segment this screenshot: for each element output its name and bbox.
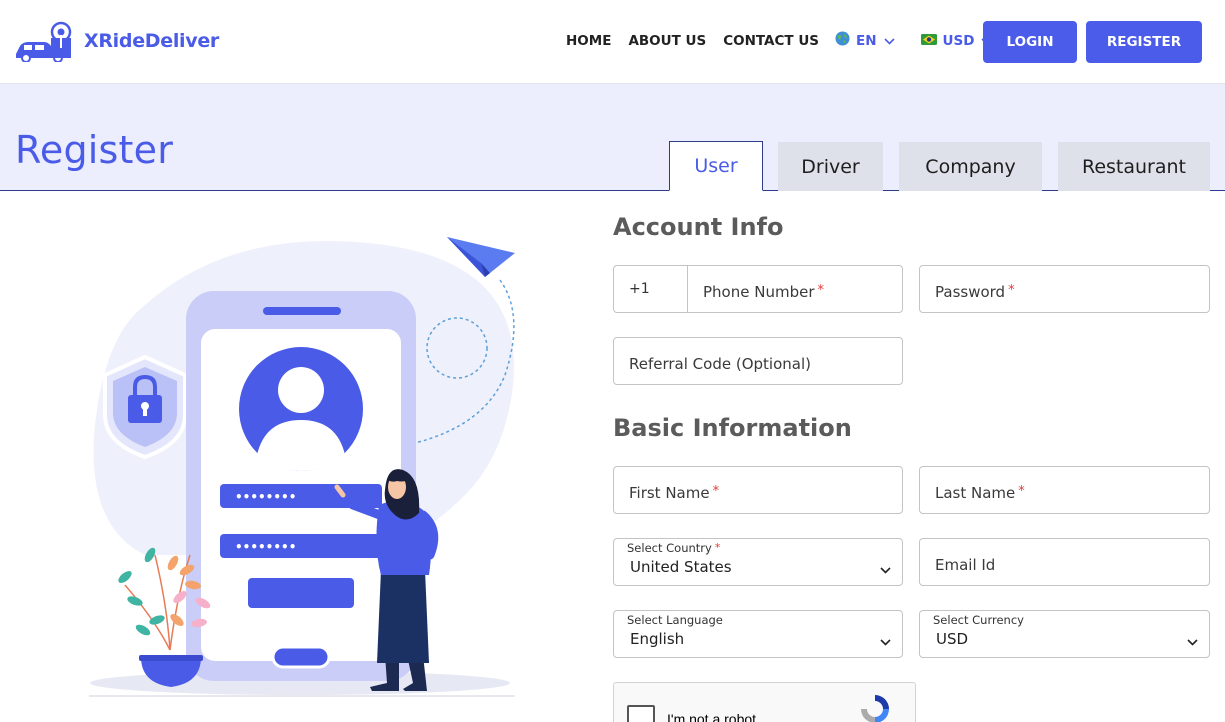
phone-number-field[interactable]: Phone Number * [687,265,903,313]
login-button[interactable]: LOGIN [983,21,1077,63]
site-header: XRideDeliver HOME ABOUT US CONTACT US EN… [0,0,1225,84]
country-select-label-text: Select Country [627,541,712,555]
basic-info-heading: Basic Information [613,414,852,442]
password-mask-2: •••••••• [235,540,296,554]
language-select-value: English [630,630,685,648]
car-pin-logo-icon [16,21,72,62]
last-name-input[interactable] [920,467,1209,513]
brand-name: XRideDeliver [84,30,220,52]
recaptcha-checkbox[interactable] [627,705,655,722]
nav-home-link[interactable]: HOME [566,33,611,49]
referral-code-input[interactable] [614,338,902,384]
language-dropdown[interactable]: EN [835,31,895,50]
nav-contact-link[interactable]: CONTACT US [723,33,819,49]
register-button[interactable]: REGISTER [1086,21,1202,63]
language-select[interactable]: Select Language English [613,610,903,658]
first-name-input[interactable] [614,467,902,513]
currency-select-label: Select Currency [933,613,1024,627]
recaptcha-logo-icon [859,693,891,722]
recaptcha-widget: I'm not a robot [613,682,916,722]
first-name-field[interactable]: First Name * [613,466,903,514]
chevron-down-icon [880,559,891,578]
currency-dropdown[interactable]: USD [920,32,993,49]
email-field[interactable]: Email Id [919,538,1210,586]
page-title: Register [15,128,174,172]
tab-driver[interactable]: Driver [778,142,883,191]
brazil-flag-icon [920,33,937,49]
currency-value: USD [942,32,975,49]
language-value: EN [856,32,877,49]
recaptcha-label: I'm not a robot [667,711,757,722]
tab-restaurant[interactable]: Restaurant [1058,142,1210,191]
chevron-down-icon [883,33,895,49]
currency-select-value: USD [936,630,969,648]
tab-company[interactable]: Company [899,142,1042,191]
phone-country-code[interactable]: +1 [613,265,688,313]
main-nav: HOME ABOUT US CONTACT US EN USD [566,31,993,50]
page-banner: Register User Driver Company Restaurant [0,84,1225,191]
country-select-label: Select Country * [627,541,720,555]
tab-user[interactable]: User [669,141,763,191]
phone-number-input[interactable] [688,266,902,312]
last-name-field[interactable]: Last Name * [919,466,1210,514]
password-mask-1: •••••••• [235,490,296,504]
currency-select[interactable]: Select Currency USD [919,610,1210,658]
password-field[interactable]: Password * [919,265,1210,313]
country-select[interactable]: Select Country * United States [613,538,903,586]
password-input[interactable] [920,266,1209,312]
account-info-heading: Account Info [613,213,784,241]
register-illustration: •••••••• •••••••• [85,225,525,709]
referral-code-field[interactable]: Referral Code (Optional) [613,337,903,385]
nav-about-link[interactable]: ABOUT US [628,33,706,49]
country-select-value: United States [630,558,732,576]
chevron-down-icon [880,631,891,650]
email-input[interactable] [920,539,1209,585]
required-marker: * [714,541,721,554]
brand-logo[interactable]: XRideDeliver [14,20,219,62]
language-select-label: Select Language [627,613,723,627]
globe-icon [835,31,850,50]
chevron-down-icon [1187,631,1198,650]
